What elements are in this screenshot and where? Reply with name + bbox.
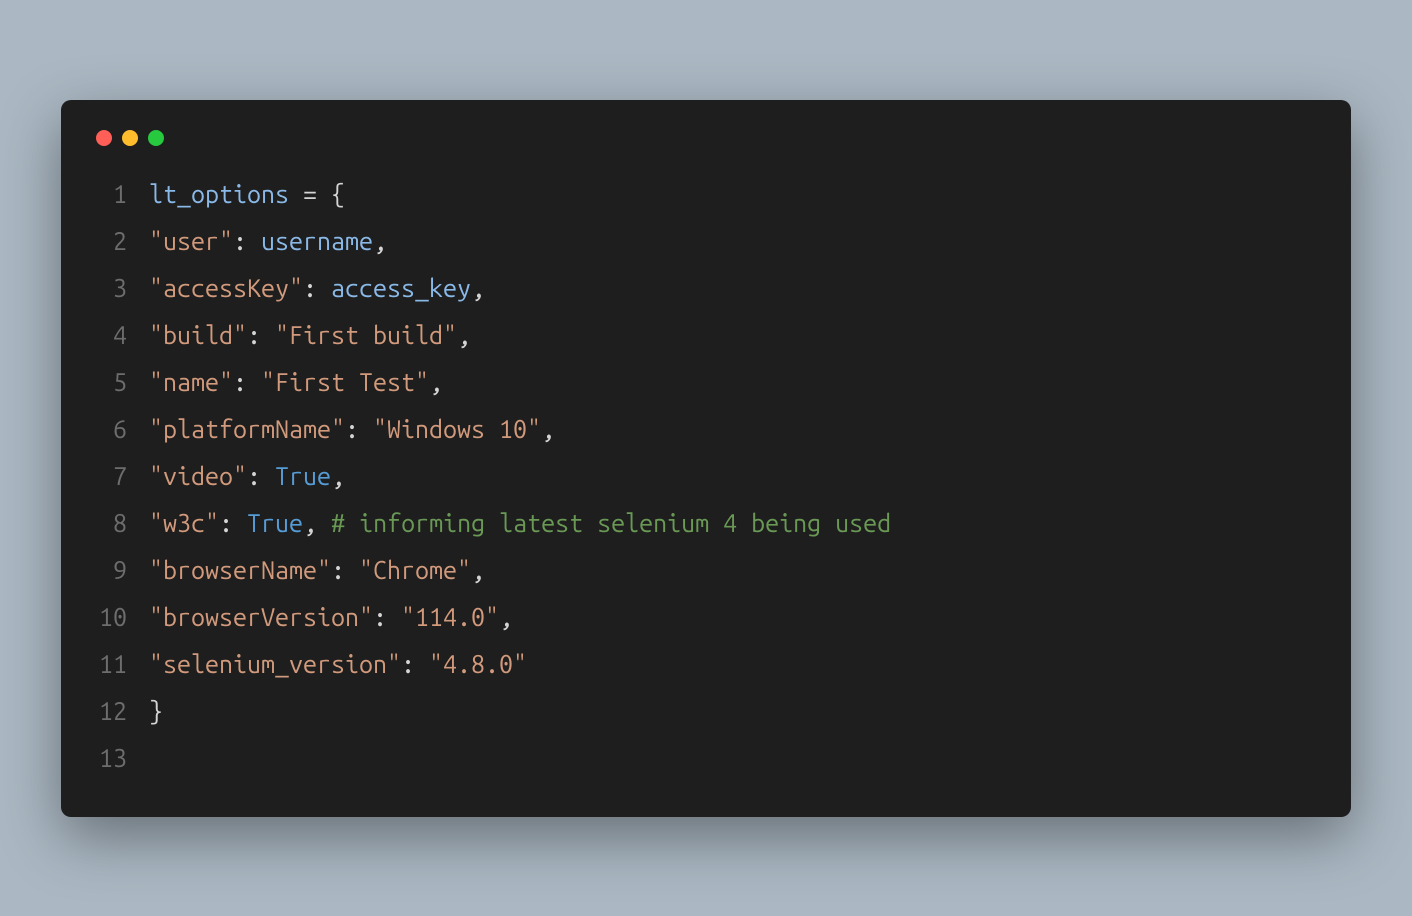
constant-token: True xyxy=(247,500,303,547)
code-line: 8 "w3c": True, # informing latest seleni… xyxy=(91,500,1321,547)
identifier-token: username xyxy=(261,218,373,265)
string-token: "browserVersion" xyxy=(149,594,373,641)
string-token: "First build" xyxy=(275,312,457,359)
code-line: 1 lt_options = { xyxy=(91,171,1321,218)
code-line: 4 "build": "First build", xyxy=(91,312,1321,359)
string-token: "4.8.0" xyxy=(429,641,527,688)
minimize-icon[interactable] xyxy=(122,130,138,146)
punct-token: : xyxy=(373,594,401,641)
line-number: 4 xyxy=(91,312,149,359)
string-token: "user" xyxy=(149,218,233,265)
string-token: "Windows 10" xyxy=(373,406,541,453)
punct-token: , xyxy=(429,359,443,406)
string-token: "browserName" xyxy=(149,547,331,594)
punct-token: : xyxy=(247,453,275,500)
punct-token: : xyxy=(247,312,275,359)
identifier-token: lt_options xyxy=(149,171,303,218)
code-editor-window: 1 lt_options = { 2 "user": username, 3 "… xyxy=(61,100,1351,817)
code-line: 2 "user": username, xyxy=(91,218,1321,265)
punct-token: : xyxy=(233,359,261,406)
string-token: "build" xyxy=(149,312,247,359)
line-number: 12 xyxy=(91,688,149,735)
punct-token: , xyxy=(303,500,331,547)
close-icon[interactable] xyxy=(96,130,112,146)
punct-token: : xyxy=(303,265,331,312)
punct-token: , xyxy=(471,265,485,312)
line-number: 6 xyxy=(91,406,149,453)
punct-token: , xyxy=(499,594,513,641)
code-content[interactable]: 1 lt_options = { 2 "user": username, 3 "… xyxy=(91,171,1321,782)
punct-token: : xyxy=(233,218,261,265)
line-number: 13 xyxy=(91,735,149,782)
punct-token: , xyxy=(471,547,485,594)
code-line: 12 } xyxy=(91,688,1321,735)
punct-token: : xyxy=(345,406,373,453)
punct-token: : xyxy=(401,641,429,688)
maximize-icon[interactable] xyxy=(148,130,164,146)
punct-token: , xyxy=(331,453,345,500)
code-line: 5 "name": "First Test", xyxy=(91,359,1321,406)
comment-token: # informing latest selenium 4 being used xyxy=(331,500,891,547)
code-line: 7 "video": True, xyxy=(91,453,1321,500)
line-number: 11 xyxy=(91,641,149,688)
window-titlebar xyxy=(91,125,1321,171)
code-line: 10 "browserVersion": "114.0", xyxy=(91,594,1321,641)
punct-token: , xyxy=(457,312,471,359)
string-token: "accessKey" xyxy=(149,265,303,312)
punct-token: : xyxy=(219,500,247,547)
line-number: 5 xyxy=(91,359,149,406)
string-token: "video" xyxy=(149,453,247,500)
line-number: 7 xyxy=(91,453,149,500)
line-number: 10 xyxy=(91,594,149,641)
punct-token: : xyxy=(331,547,359,594)
code-line: 3 "accessKey": access_key, xyxy=(91,265,1321,312)
code-line: 13 xyxy=(91,735,1321,782)
punct-token: } xyxy=(149,688,163,735)
punct-token: = { xyxy=(303,171,345,218)
line-number: 9 xyxy=(91,547,149,594)
identifier-token: access_key xyxy=(331,265,471,312)
code-line: 9 "browserName": "Chrome", xyxy=(91,547,1321,594)
string-token: "114.0" xyxy=(401,594,499,641)
string-token: "platformName" xyxy=(149,406,345,453)
code-line: 6 "platformName": "Windows 10", xyxy=(91,406,1321,453)
punct-token: , xyxy=(541,406,555,453)
line-number: 3 xyxy=(91,265,149,312)
line-number: 8 xyxy=(91,500,149,547)
string-token: "First Test" xyxy=(261,359,429,406)
constant-token: True xyxy=(275,453,331,500)
line-number: 2 xyxy=(91,218,149,265)
line-number: 1 xyxy=(91,171,149,218)
string-token: "Chrome" xyxy=(359,547,471,594)
string-token: "w3c" xyxy=(149,500,219,547)
string-token: "name" xyxy=(149,359,233,406)
code-line: 11 "selenium_version": "4.8.0" xyxy=(91,641,1321,688)
string-token: "selenium_version" xyxy=(149,641,401,688)
punct-token: , xyxy=(373,218,387,265)
